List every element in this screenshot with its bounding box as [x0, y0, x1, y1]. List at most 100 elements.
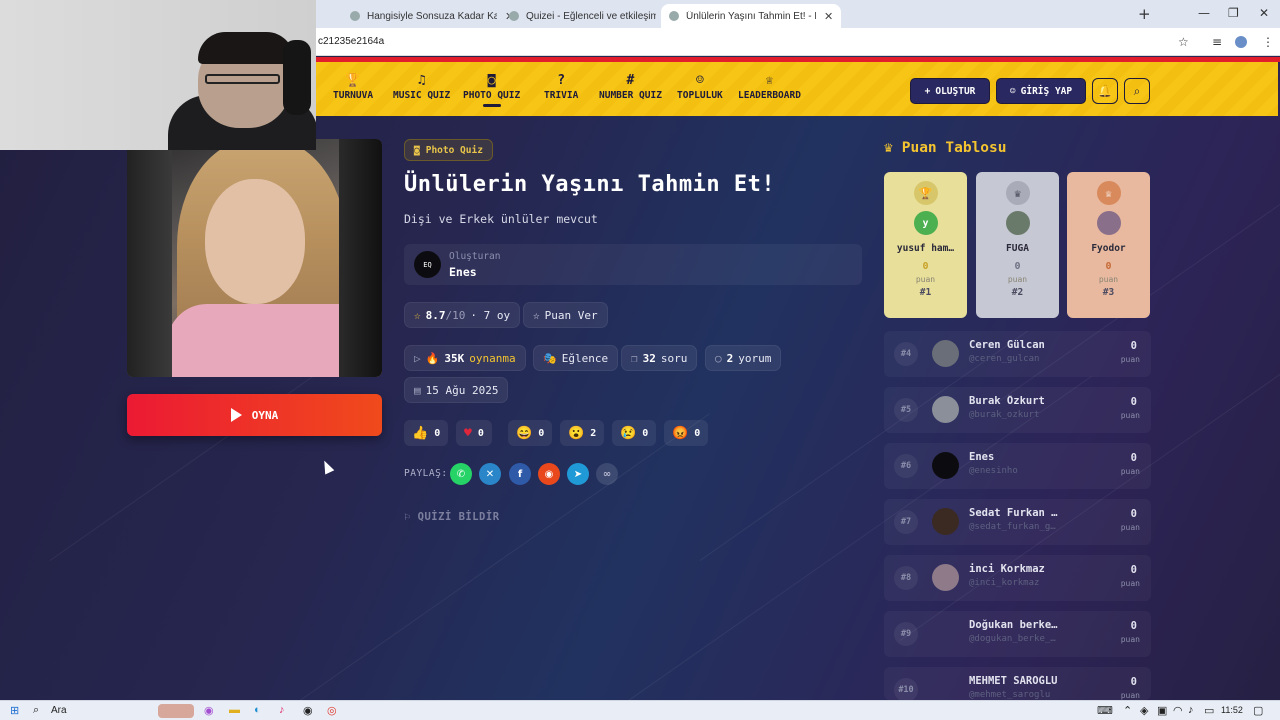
taskbar-search-label[interactable]: Ara — [51, 705, 67, 716]
reaction-heart[interactable]: ♥ 0 — [456, 420, 492, 446]
close-tab-icon[interactable]: ✕ — [824, 10, 833, 23]
browser-tab[interactable]: Quizei - Eğlenceli ve etkileşimi ✕ — [501, 4, 681, 28]
row-unit: puan — [1120, 523, 1140, 532]
wifi-icon[interactable]: ◠ — [1173, 704, 1183, 717]
nav-trivia[interactable]: ? TRIVIA — [544, 72, 578, 101]
report-quiz-button[interactable]: ⚐ QUİZİ BİLDİR — [404, 511, 500, 523]
row-username: @mehmet_saroglu — [969, 690, 1051, 700]
profile-avatar-icon[interactable] — [1235, 36, 1247, 48]
taskbar-widget-icon[interactable] — [158, 704, 194, 718]
leaderboard-row[interactable]: #8 inci Korkmaz @inci_korkmaz 0 puan — [884, 555, 1151, 601]
favicon-icon — [669, 11, 679, 21]
minimize-icon[interactable]: — — [1198, 6, 1210, 20]
podium-name: yusuf ham… — [896, 243, 955, 254]
camera-icon: ◙ — [414, 144, 420, 156]
reaction-sad[interactable]: 😢 0 — [612, 420, 657, 446]
file-explorer-icon[interactable]: ▬ — [229, 704, 240, 716]
reaction-wow[interactable]: 😮 2 — [560, 420, 605, 446]
tray-chevron-icon[interactable]: ⌃ — [1123, 704, 1132, 717]
nav-topluluk[interactable]: ☺ TOPLULUK — [677, 72, 723, 101]
telegram-icon[interactable]: ➤ — [567, 463, 589, 485]
avatar — [932, 508, 959, 535]
questions-pill: ❐ 32 soru — [621, 345, 698, 371]
reaction-thumbs-up[interactable]: 👍 0 — [404, 420, 449, 446]
notification-center-icon[interactable]: ▢ — [1253, 704, 1263, 717]
nav-label: TOPLULUK — [677, 90, 723, 101]
leaderboard-row[interactable]: #7 Sedat Furkan … @sedat_furkan_g… 0 pua… — [884, 499, 1151, 545]
comments-pill[interactable]: ○ 2 yorum — [705, 345, 782, 371]
tiktok-icon[interactable]: ♪ — [279, 704, 285, 716]
leaderboard-row[interactable]: #5 Burak Özkurt @burak_ozkurt 0 puan — [884, 387, 1151, 433]
play-button[interactable]: OYNA — [127, 394, 382, 436]
leaderboard-row[interactable]: #10 MEHMET SAROĞLU @mehmet_saroglu 0 pua… — [884, 667, 1151, 700]
browser-menu-icon[interactable]: ⋮ — [1262, 35, 1274, 49]
podium-score: 0 — [922, 261, 929, 272]
battery-icon[interactable]: ▭ — [1204, 704, 1214, 717]
podium-third[interactable]: ♕ Fyodor 0 puan #3 — [1067, 172, 1150, 318]
clock-time[interactable]: 11:52 — [1221, 705, 1243, 715]
facebook-icon[interactable]: f — [509, 463, 531, 485]
bookmark-star-icon[interactable]: ☆ — [1178, 35, 1189, 49]
browser-tab[interactable]: Hangisiyle Sonsuza Kadar Kah ✕ — [342, 4, 522, 28]
reaction-laugh[interactable]: 😄 0 — [508, 420, 553, 446]
login-button[interactable]: ☺ GİRİŞ YAP — [996, 78, 1086, 104]
avatar: y — [913, 211, 938, 235]
taskbar-search-icon[interactable]: ⌕ — [33, 704, 39, 717]
category-badge[interactable]: ◙ Photo Quiz — [404, 139, 493, 161]
new-tab-button[interactable]: + — [1138, 5, 1151, 23]
row-username: @inci_korkmaz — [969, 578, 1040, 588]
leaderboard-row[interactable]: #6 Enes @enesinho 0 puan — [884, 443, 1151, 489]
chrome-icon[interactable]: ◎ — [327, 704, 337, 717]
creator-card[interactable]: EQ Oluşturan Enes — [404, 244, 862, 285]
row-username: @burak_ozkurt — [969, 410, 1040, 420]
start-windows-icon[interactable]: ⊞ — [10, 704, 19, 717]
media-controls-icon[interactable]: ≡ — [1212, 35, 1222, 49]
nav-number-quiz[interactable]: # NUMBER QUIZ — [599, 72, 662, 101]
camera-icon: ◙ — [487, 73, 496, 88]
copilot-icon[interactable]: ◉ — [204, 704, 214, 717]
row-name: inci Korkmaz — [969, 563, 1045, 575]
reaction-angry[interactable]: 😡 0 — [664, 420, 709, 446]
obs-icon[interactable]: ◉ — [303, 704, 313, 717]
leaderboard-row[interactable]: #4 Ceren Gülcan @ceren_gulcan 0 puan — [884, 331, 1151, 377]
copy-link-icon[interactable]: ∞ — [596, 463, 618, 485]
avatar — [1005, 211, 1030, 235]
tray-keyboard-icon[interactable]: ⌨ — [1097, 704, 1113, 717]
tray-app-icon[interactable]: ◈ — [1140, 704, 1148, 717]
reaction-count: 0 — [642, 427, 649, 439]
row-rank: #10 — [894, 678, 918, 700]
x-twitter-icon[interactable]: ✕ — [479, 463, 501, 485]
rate-button[interactable]: ☆ Puan Ver — [523, 302, 608, 328]
url-text[interactable]: c21235e2164a — [318, 36, 384, 47]
reddit-icon[interactable]: ◉ — [538, 463, 560, 485]
address-bar[interactable]: c21235e2164a ☆ ≡ ⋮ — [316, 28, 1280, 56]
podium-second[interactable]: ♛ FUGA 0 puan #2 — [976, 172, 1059, 318]
nav-turnuva[interactable]: 🏆 TURNUVA — [333, 72, 373, 101]
create-button[interactable]: + OLUŞTUR — [910, 78, 990, 104]
podium-rank: #1 — [919, 287, 932, 298]
genre-label: Eğlence — [561, 351, 609, 365]
restore-icon[interactable]: ❐ — [1228, 6, 1239, 20]
nav-leaderboard[interactable]: ♕ LEADERBOARD — [738, 72, 801, 101]
leaderboard-row[interactable]: #9 Doğukan berke… @dogukan_berke_… 0 pua… — [884, 611, 1151, 657]
podium-first[interactable]: 🏆 y yusuf ham… 0 puan #1 — [884, 172, 967, 318]
plays-pill: ▷ 🔥 35K oynanma — [404, 345, 526, 371]
nav-photo-quiz[interactable]: ◙ PHOTO QUIZ — [463, 72, 520, 107]
whatsapp-icon[interactable]: ✆ — [450, 463, 472, 485]
podium-score: 0 — [1014, 261, 1021, 272]
nav-music-quiz[interactable]: ♫ MUSIC QUIZ — [393, 72, 450, 101]
edge-icon[interactable]: ◐ — [254, 704, 261, 716]
leaderboard-title-text: Puan Tablosu — [901, 140, 1007, 156]
window-close-icon[interactable]: ✕ — [1259, 6, 1269, 20]
row-unit: puan — [1120, 355, 1140, 364]
nav-label: NUMBER QUIZ — [599, 90, 662, 101]
genre-pill[interactable]: 🎭 Eğlence — [533, 345, 619, 371]
tray-app-icon-2[interactable]: ▣ — [1157, 704, 1167, 717]
notification-bell-icon[interactable]: 🔔 — [1092, 78, 1118, 104]
wow-icon: 😮 — [568, 425, 585, 441]
browser-tab-active[interactable]: Ünlülerin Yaşını Tahmin Et! - Ph ✕ — [661, 4, 842, 28]
volume-icon[interactable]: ♪ — [1188, 704, 1194, 716]
reaction-count: 2 — [590, 427, 597, 439]
search-icon[interactable]: ⌕ — [1124, 78, 1150, 104]
thumbs-up-icon: 👍 — [412, 425, 429, 441]
